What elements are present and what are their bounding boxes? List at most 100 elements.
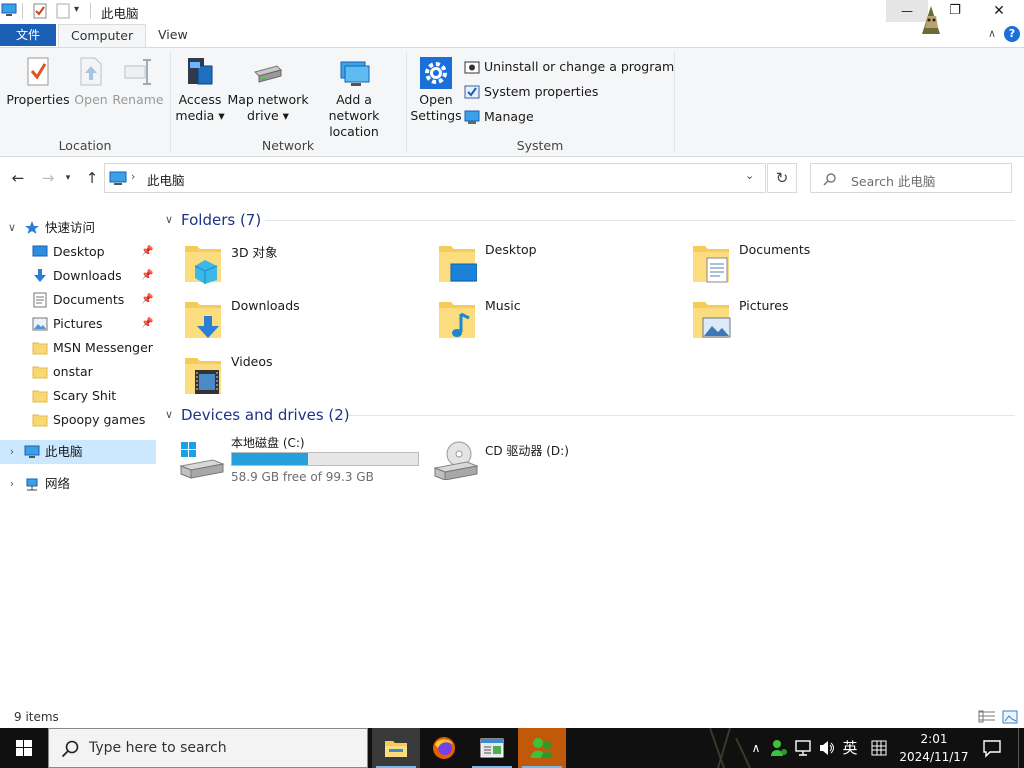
nav-item-network[interactable]: › 网络 <box>0 472 156 496</box>
folder-documents[interactable]: Documents <box>673 238 913 288</box>
open-label: Open <box>74 92 108 107</box>
nav-item-documents[interactable]: Documents 📌 <box>0 288 156 312</box>
search-box[interactable]: Search 此电脑 <box>810 163 1012 193</box>
nav-item-label: Scary Shit <box>53 388 117 403</box>
notifications-icon[interactable] <box>982 738 1002 758</box>
help-icon[interactable]: ? <box>1004 26 1020 42</box>
windows-logo-icon <box>16 740 32 756</box>
large-icons-view-icon[interactable] <box>1002 710 1018 724</box>
breadcrumb[interactable]: 此电脑 <box>147 170 185 189</box>
folder-3d-objects[interactable]: 3D 对象 <box>165 238 405 288</box>
window-title: 此电脑 <box>101 6 139 21</box>
properties-button[interactable]: Properties <box>4 56 72 108</box>
uninstall-icon <box>464 61 480 74</box>
nav-item-spoopy-games[interactable]: Spoopy games <box>0 408 156 432</box>
pin-icon: 📌 <box>141 270 154 281</box>
details-view-icon[interactable] <box>978 710 996 724</box>
msn-tray-icon[interactable] <box>770 739 788 757</box>
show-desktop-button[interactable] <box>1018 728 1024 768</box>
tab-file[interactable]: 文件 <box>0 24 56 46</box>
folders-section-header[interactable]: ∨ Folders (7) <box>165 207 1015 233</box>
collapse-chevron-icon[interactable]: ∨ <box>6 216 18 240</box>
ime-mode-icon[interactable] <box>870 739 888 757</box>
customize-qa-dropdown[interactable]: ▾ <box>74 4 79 15</box>
folder-label: Desktop <box>485 242 537 257</box>
forward-button[interactable]: → <box>38 168 58 188</box>
search-input[interactable]: Search 此电脑 <box>851 171 935 190</box>
back-button[interactable]: ← <box>8 168 28 188</box>
taskbar-search-input[interactable]: Type here to search <box>89 740 227 756</box>
folder-downloads[interactable]: Downloads <box>165 294 405 344</box>
collapse-chevron-icon[interactable]: ∨ <box>165 402 173 428</box>
nav-item-label: Pictures <box>53 316 103 331</box>
start-button[interactable] <box>0 728 48 768</box>
address-bar[interactable]: › 此电脑 ⌄ <box>104 163 766 193</box>
nav-item-pictures[interactable]: Pictures 📌 <box>0 312 156 336</box>
desktop-icon <box>439 246 477 282</box>
folder-icon <box>32 390 48 403</box>
drive-c[interactable]: 本地磁盘 (C:) 58.9 GB free of 99.3 GB <box>165 434 425 490</box>
show-hidden-icons-button[interactable]: ∧ <box>746 728 766 768</box>
system-properties-label: System properties <box>484 84 599 99</box>
taskbar-app-window[interactable] <box>468 728 516 768</box>
properties-qa-icon[interactable] <box>32 3 48 19</box>
nav-item-this-pc[interactable]: › 此电脑 <box>0 440 156 464</box>
access-media-icon <box>188 58 213 85</box>
recent-locations-dropdown[interactable]: ▾ <box>62 168 74 188</box>
expand-chevron-icon[interactable]: › <box>6 440 18 464</box>
map-network-drive-button[interactable]: Map network drive ▾ <box>226 56 310 124</box>
drive-usage-fill <box>232 453 308 465</box>
folder-icon <box>32 342 48 355</box>
up-button[interactable]: ↑ <box>82 168 102 188</box>
drives-section-header[interactable]: ∨ Devices and drives (2) <box>165 402 1015 428</box>
system-properties-button[interactable]: System properties <box>462 81 598 103</box>
nav-item-msn-messenger[interactable]: MSN Messenger <box>0 336 156 360</box>
new-folder-qa-icon[interactable] <box>56 3 70 19</box>
ribbon: Properties Open Rename Location Access m… <box>0 47 1024 157</box>
folder-videos[interactable]: Videos <box>165 350 405 400</box>
pictures-icon <box>32 317 48 331</box>
open-settings-button[interactable]: Open Settings <box>410 56 462 124</box>
nav-item-downloads[interactable]: Downloads 📌 <box>0 264 156 288</box>
folder-desktop[interactable]: Desktop <box>419 238 659 288</box>
open-button[interactable]: Open <box>72 56 110 108</box>
taskbar-search-box[interactable]: Type here to search <box>48 728 368 768</box>
clock[interactable]: 2:01 2024/11/17 <box>896 730 972 766</box>
this-pc-icon <box>1 3 17 16</box>
uninstall-program-button[interactable]: Uninstall or change a program <box>462 56 674 78</box>
folder-icon <box>32 366 48 379</box>
breadcrumb-chevron-icon[interactable]: › <box>131 170 135 183</box>
volume-icon[interactable] <box>818 739 836 757</box>
firefox-icon <box>433 737 455 759</box>
rename-button[interactable]: Rename <box>112 56 164 108</box>
expand-chevron-icon[interactable]: › <box>6 472 18 496</box>
taskbar-msn-messenger[interactable] <box>518 728 566 768</box>
nav-item-desktop[interactable]: Desktop 📌 <box>0 240 156 264</box>
collapse-ribbon-icon[interactable]: ∧ <box>988 27 996 40</box>
restore-button[interactable]: ❐ <box>934 0 976 22</box>
nav-item-scary-shit[interactable]: Scary Shit <box>0 384 156 408</box>
manage-button[interactable]: Manage <box>462 106 534 128</box>
tab-view[interactable]: View <box>146 24 200 48</box>
add-network-location-button[interactable]: Add a network location <box>310 56 398 140</box>
pin-icon: 📌 <box>141 318 154 329</box>
tab-computer[interactable]: Computer <box>58 24 147 48</box>
nav-item-onstar[interactable]: onstar <box>0 360 156 384</box>
drive-d[interactable]: CD 驱动器 (D:) <box>419 434 619 490</box>
ime-indicator[interactable]: 英 <box>838 728 862 768</box>
access-media-button[interactable]: Access media ▾ <box>174 56 226 124</box>
taskbar-file-explorer[interactable] <box>372 728 420 768</box>
address-dropdown-icon[interactable]: ⌄ <box>745 169 754 182</box>
drives-section-title: Devices and drives (2) <box>181 406 350 424</box>
access-media-label-1: Access <box>178 92 222 107</box>
folder-music[interactable]: Music <box>419 294 659 344</box>
nav-quick-access[interactable]: ∨ 快速访问 <box>0 216 156 240</box>
taskbar-firefox[interactable] <box>420 728 468 768</box>
network-tray-icon[interactable] <box>794 739 812 757</box>
close-button[interactable]: ✕ <box>978 0 1020 22</box>
nav-item-label: Documents <box>53 292 125 307</box>
collapse-chevron-icon[interactable]: ∨ <box>165 207 173 233</box>
msn-messenger-icon <box>531 738 553 758</box>
refresh-button[interactable]: ↻ <box>767 163 797 193</box>
folder-pictures[interactable]: Pictures <box>673 294 913 344</box>
